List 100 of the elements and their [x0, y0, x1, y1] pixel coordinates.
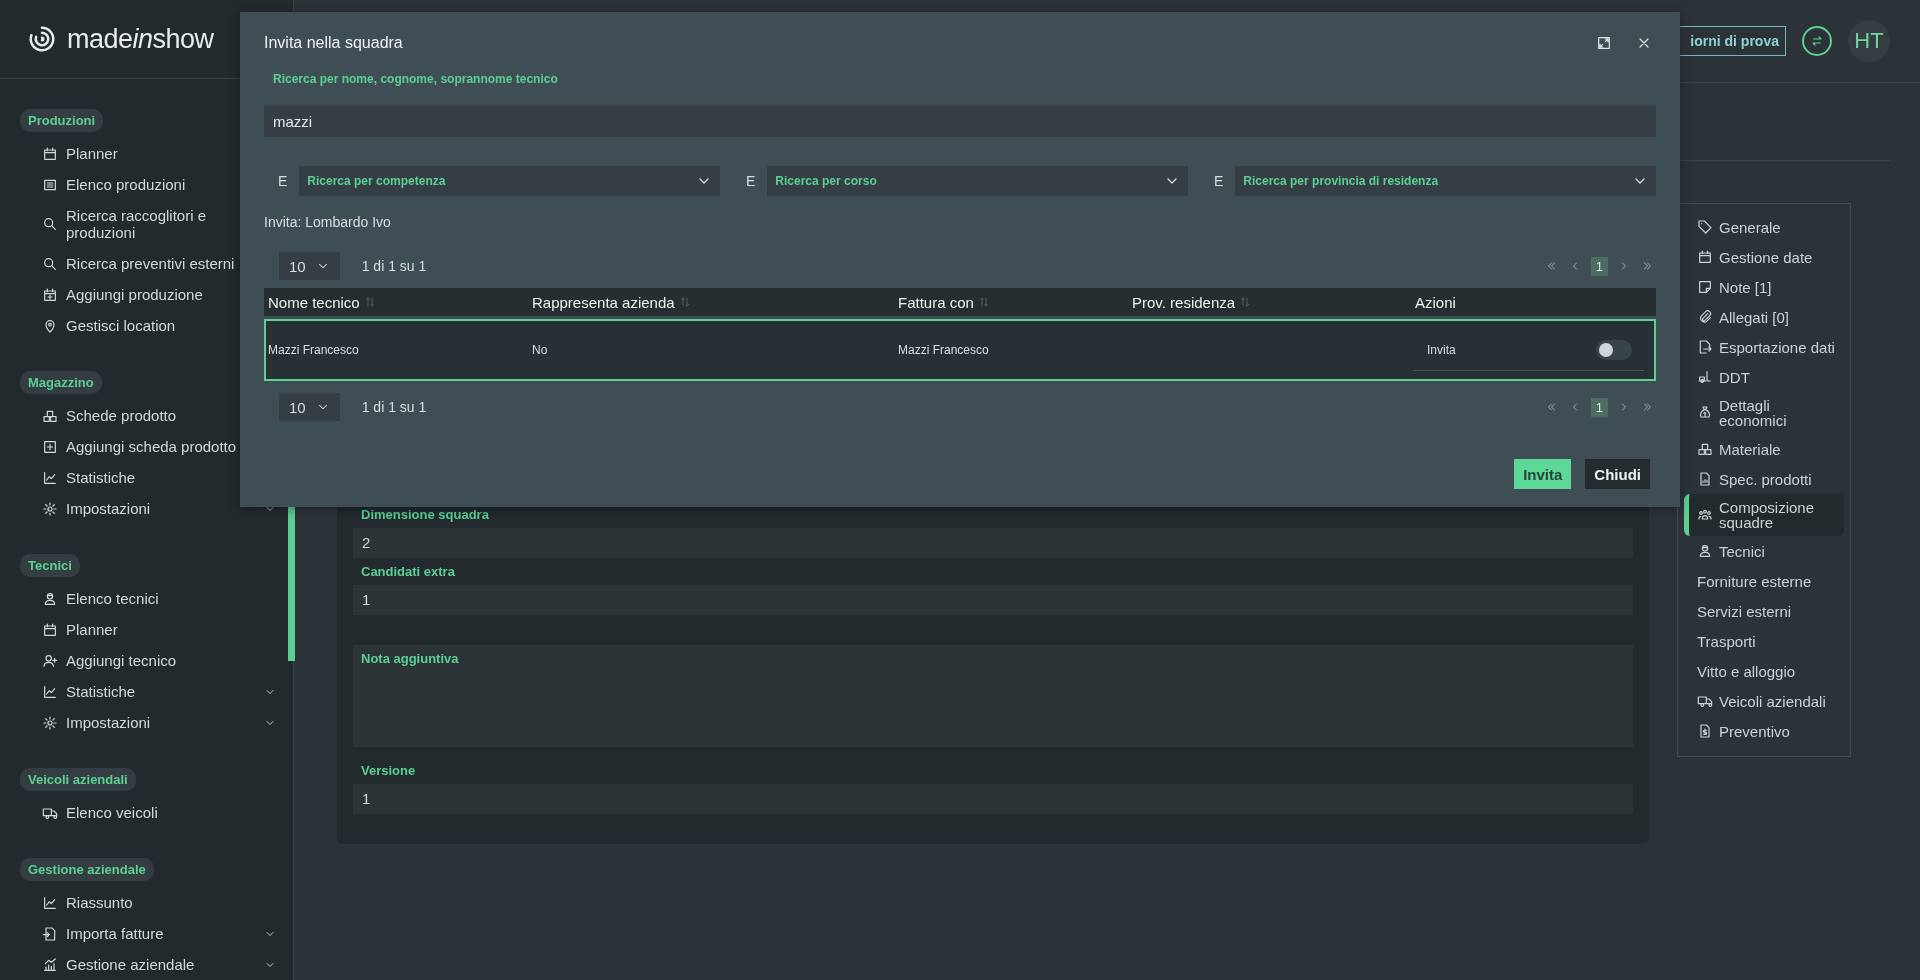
logo-icon: [27, 24, 57, 54]
sidebar-item[interactable]: Elenco tecnici: [42, 583, 282, 614]
column-header[interactable]: Nome tecnico: [264, 293, 528, 311]
close-dialog-button[interactable]: Chiudi: [1585, 459, 1650, 489]
sidebar-item[interactable]: Importa fatture: [42, 918, 282, 949]
section-nav-item[interactable]: Dettagli economici: [1684, 392, 1844, 434]
sidebar-item[interactable]: Ricerca preventivi esterni: [42, 248, 282, 279]
section-nav-item[interactable]: Tecnici: [1684, 536, 1844, 566]
switch-button[interactable]: [1802, 26, 1832, 56]
forklift-icon: [1697, 369, 1713, 385]
file-dollar-icon: [1697, 723, 1713, 739]
tag-icon: [1697, 219, 1713, 235]
invite-button[interactable]: Invita: [1514, 459, 1572, 489]
section-nav-item[interactable]: Spec. prodotti: [1684, 464, 1844, 494]
person-plus-icon: [42, 652, 58, 669]
sidebar-item[interactable]: Planner: [42, 614, 282, 645]
chart-icon: [42, 469, 58, 486]
textarea-field[interactable]: Nota aggiuntiva: [353, 645, 1633, 747]
money-bag-icon: [1697, 405, 1713, 421]
section-nav-item[interactable]: Generale: [1684, 212, 1844, 242]
sort-icon: [977, 296, 990, 308]
filter-prefix: E: [745, 173, 756, 189]
field-label: Dimensione squadra: [360, 506, 490, 524]
sidebar-item[interactable]: Statistiche: [42, 676, 282, 707]
section-nav-item[interactable]: Servizi esterni: [1684, 596, 1844, 626]
section-nav-item[interactable]: Preventivo: [1684, 716, 1844, 746]
column-header[interactable]: Prov. residenza: [1128, 293, 1411, 311]
section-chip: Gestione aziendale: [20, 858, 154, 881]
paperclip-icon: [1697, 309, 1713, 325]
section-nav-item[interactable]: Allegati [0]: [1684, 302, 1844, 332]
search-icon: [42, 216, 58, 232]
input-field[interactable]: 1: [353, 784, 1633, 814]
page-button[interactable]: 1: [1590, 397, 1608, 417]
section-nav-item[interactable]: Trasporti: [1684, 626, 1844, 656]
column-header[interactable]: Fattura con: [894, 293, 1128, 311]
pin-icon: [42, 317, 58, 334]
sidebar-item[interactable]: Aggiungi scheda prodotto: [42, 431, 282, 462]
sidebar-item[interactable]: Elenco veicoli: [42, 797, 282, 828]
calendar-icon: [42, 621, 58, 638]
calendar-plus-icon: [42, 286, 58, 303]
sidebar-item[interactable]: Statistiche: [42, 462, 282, 493]
filter-select[interactable]: Ricerca per provincia di residenza: [1235, 166, 1656, 196]
file-icon: [1697, 471, 1713, 487]
page-button[interactable]: 1: [1590, 256, 1608, 276]
sidebar-item[interactable]: Impostazioni: [42, 707, 282, 738]
field-label: Versione: [360, 762, 417, 780]
avatar[interactable]: HT: [1848, 20, 1890, 62]
person-icon: [42, 590, 58, 607]
section-nav-item[interactable]: Forniture esterne: [1684, 566, 1844, 596]
section-nav-item[interactable]: DDT: [1684, 362, 1844, 392]
logo-text: madeinshow: [67, 23, 214, 55]
filter-select[interactable]: Ricerca per competenza: [299, 166, 720, 196]
field-label: Candidati extra: [360, 563, 456, 581]
filter-prefix: E: [1213, 173, 1224, 189]
chart-bars-icon: [42, 956, 58, 973]
filter-select[interactable]: Ricerca per corso: [767, 166, 1188, 196]
chart-icon: [42, 894, 58, 911]
section-nav-item[interactable]: Gestione date: [1684, 242, 1844, 272]
page-range: 1 di 1 su 1: [361, 399, 427, 415]
section-nav-item[interactable]: Materiale: [1684, 434, 1844, 464]
section-nav-item[interactable]: Composizione squadre: [1684, 494, 1844, 536]
people-icon: [1697, 507, 1713, 523]
filter-prefix: E: [277, 173, 288, 189]
toggle-switch[interactable]: [1596, 339, 1632, 360]
note-icon: [1697, 279, 1713, 295]
person-icon: [1697, 543, 1713, 559]
sidebar-item[interactable]: Planner: [42, 138, 282, 169]
section-chip: Magazzino: [20, 371, 102, 394]
column-header[interactable]: Rappresenta azienda: [528, 293, 894, 311]
input-field[interactable]: 2: [353, 528, 1633, 558]
page-size-select[interactable]: 10: [279, 393, 340, 421]
column-header[interactable]: Azioni: [1411, 293, 1656, 311]
section-nav-item[interactable]: Veicoli aziendali: [1684, 686, 1844, 716]
search-label: Ricerca per nome, cognome, soprannome tecnico: [273, 72, 558, 86]
sidebar-item[interactable]: Riassunto: [42, 887, 282, 918]
section-nav-item[interactable]: Note [1]: [1684, 272, 1844, 302]
modal-title: Invita nella squadra: [264, 34, 404, 52]
table-cell-text: Mazzi Francesco: [267, 343, 360, 357]
table-cell-text: No: [531, 343, 549, 357]
sort-icon: [363, 296, 376, 308]
expand-icon: [1596, 35, 1612, 51]
table-row[interactable]: Mazzi Francesco No Mazzi Francesco Invita: [264, 319, 1656, 381]
double-chevron-right-icon: [1642, 401, 1654, 413]
section-chip: Tecnici: [20, 554, 80, 577]
section-nav-item[interactable]: Esportazione dati: [1684, 332, 1844, 362]
sidebar-item[interactable]: Aggiungi tecnico: [42, 645, 282, 676]
expand-button[interactable]: [1596, 35, 1612, 51]
sort-icon: [678, 296, 691, 308]
export-icon: [1697, 339, 1713, 355]
sidebar-item[interactable]: Impostazioni: [42, 493, 282, 524]
page-size-select[interactable]: 10: [279, 252, 340, 280]
input-field[interactable]: 1: [353, 585, 1633, 615]
section-nav-item[interactable]: Vitto e alloggio: [1684, 656, 1844, 686]
invite-summary: Invita: Lombardo Ivo: [264, 214, 391, 230]
import-icon: [42, 925, 58, 942]
search-field[interactable]: mazzi: [264, 105, 1656, 137]
sidebar-item[interactable]: Gestione aziendale: [42, 949, 282, 980]
calendar-icon: [42, 145, 58, 162]
chart-icon: [42, 683, 58, 700]
sidebar-item[interactable]: Schede prodotto: [42, 400, 282, 431]
